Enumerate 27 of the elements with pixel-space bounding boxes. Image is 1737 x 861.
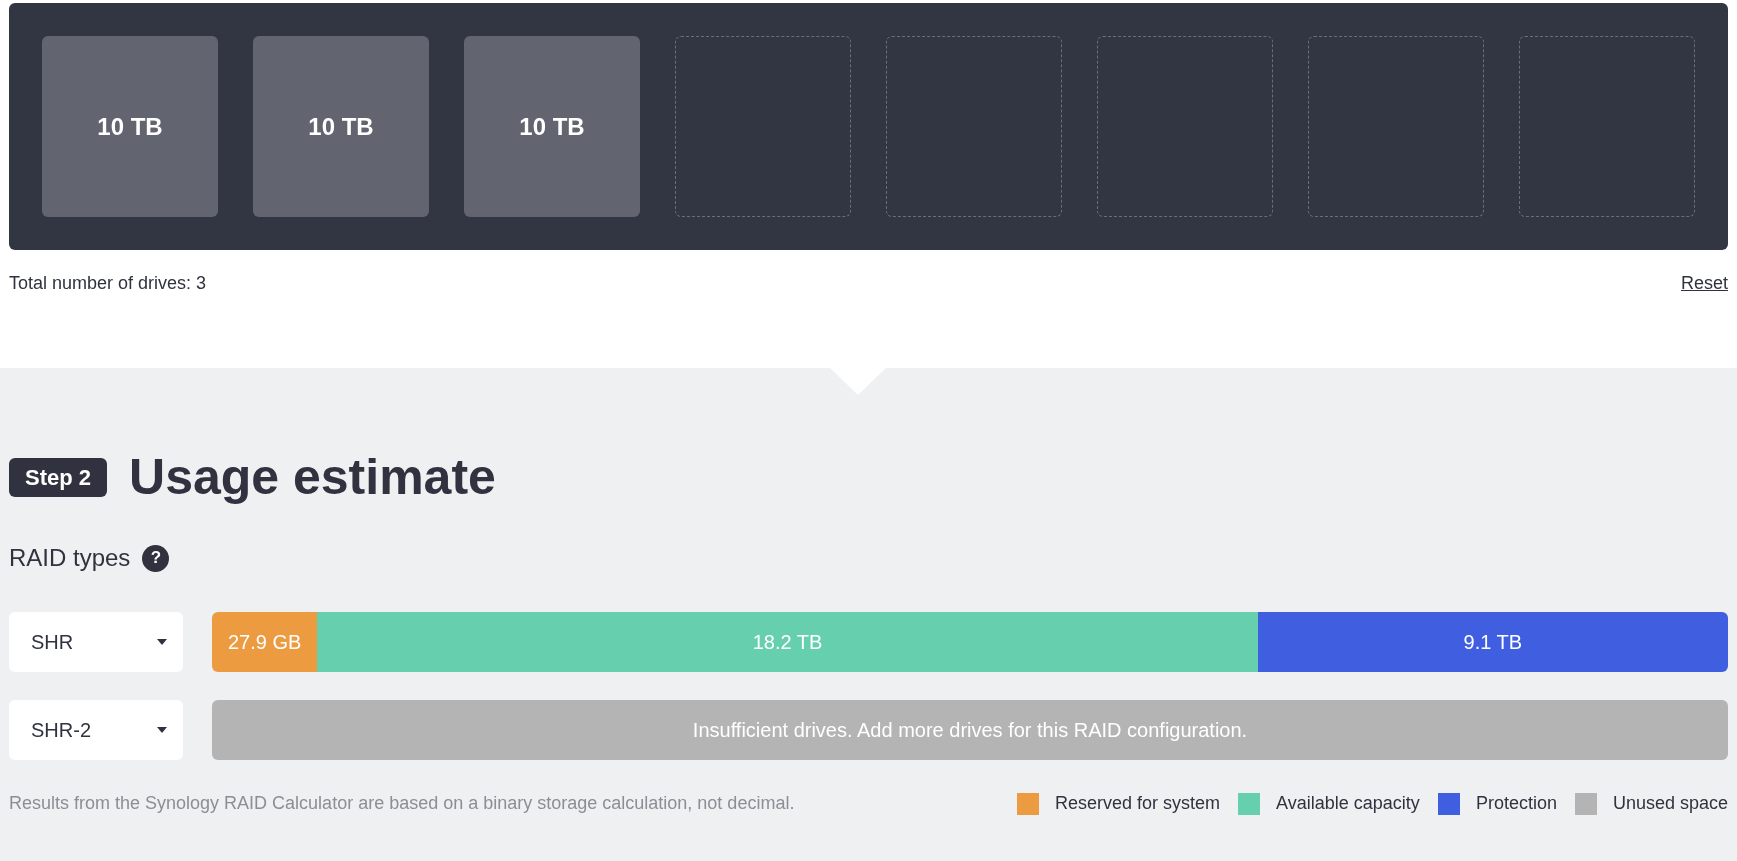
insufficient-drives-bar: Insufficient drives. Add more drives for this RAID configuration. (212, 700, 1728, 760)
legend-label: Available capacity (1276, 792, 1420, 815)
legend-label: Protection (1475, 792, 1557, 815)
capacity-segment: 9.1 TB (1257, 612, 1728, 672)
raid-types-label: RAID types (9, 543, 131, 573)
empty-drive-slot[interactable] (1097, 36, 1273, 217)
caret-icon (157, 639, 167, 645)
section-title: Usage estimate (129, 452, 496, 502)
empty-drive-slot[interactable] (886, 36, 1062, 217)
raid-type-dropdown[interactable]: SHR-2 (9, 700, 183, 760)
legend-label: Reserved for system (1055, 792, 1221, 815)
drive-slot[interactable]: 10 TB (253, 36, 429, 217)
capacity-segment: 18.2 TB (317, 612, 1258, 672)
caret-icon (157, 727, 167, 733)
legend-label: Unused space (1612, 792, 1728, 815)
help-icon[interactable]: ? (142, 544, 170, 572)
empty-drive-slot[interactable] (1519, 36, 1695, 217)
drive-slot[interactable]: 10 TB (464, 36, 640, 217)
reset-link[interactable]: Reset (1680, 270, 1728, 297)
step-badge: Step 2 (9, 457, 108, 497)
raid-type-dropdown[interactable]: SHR (9, 612, 183, 672)
drive-count-text: Total number of drives: 3 (9, 272, 207, 295)
capacity-segment: 27.9 GB (212, 612, 318, 672)
empty-drive-slot[interactable] (675, 36, 851, 217)
drive-slot[interactable]: 10 TB (42, 36, 218, 217)
empty-drive-slot[interactable] (1308, 36, 1484, 217)
footnote-text: Results from the Synology RAID Calculator are based on a binary storage calculation, not decimal. (9, 792, 795, 815)
